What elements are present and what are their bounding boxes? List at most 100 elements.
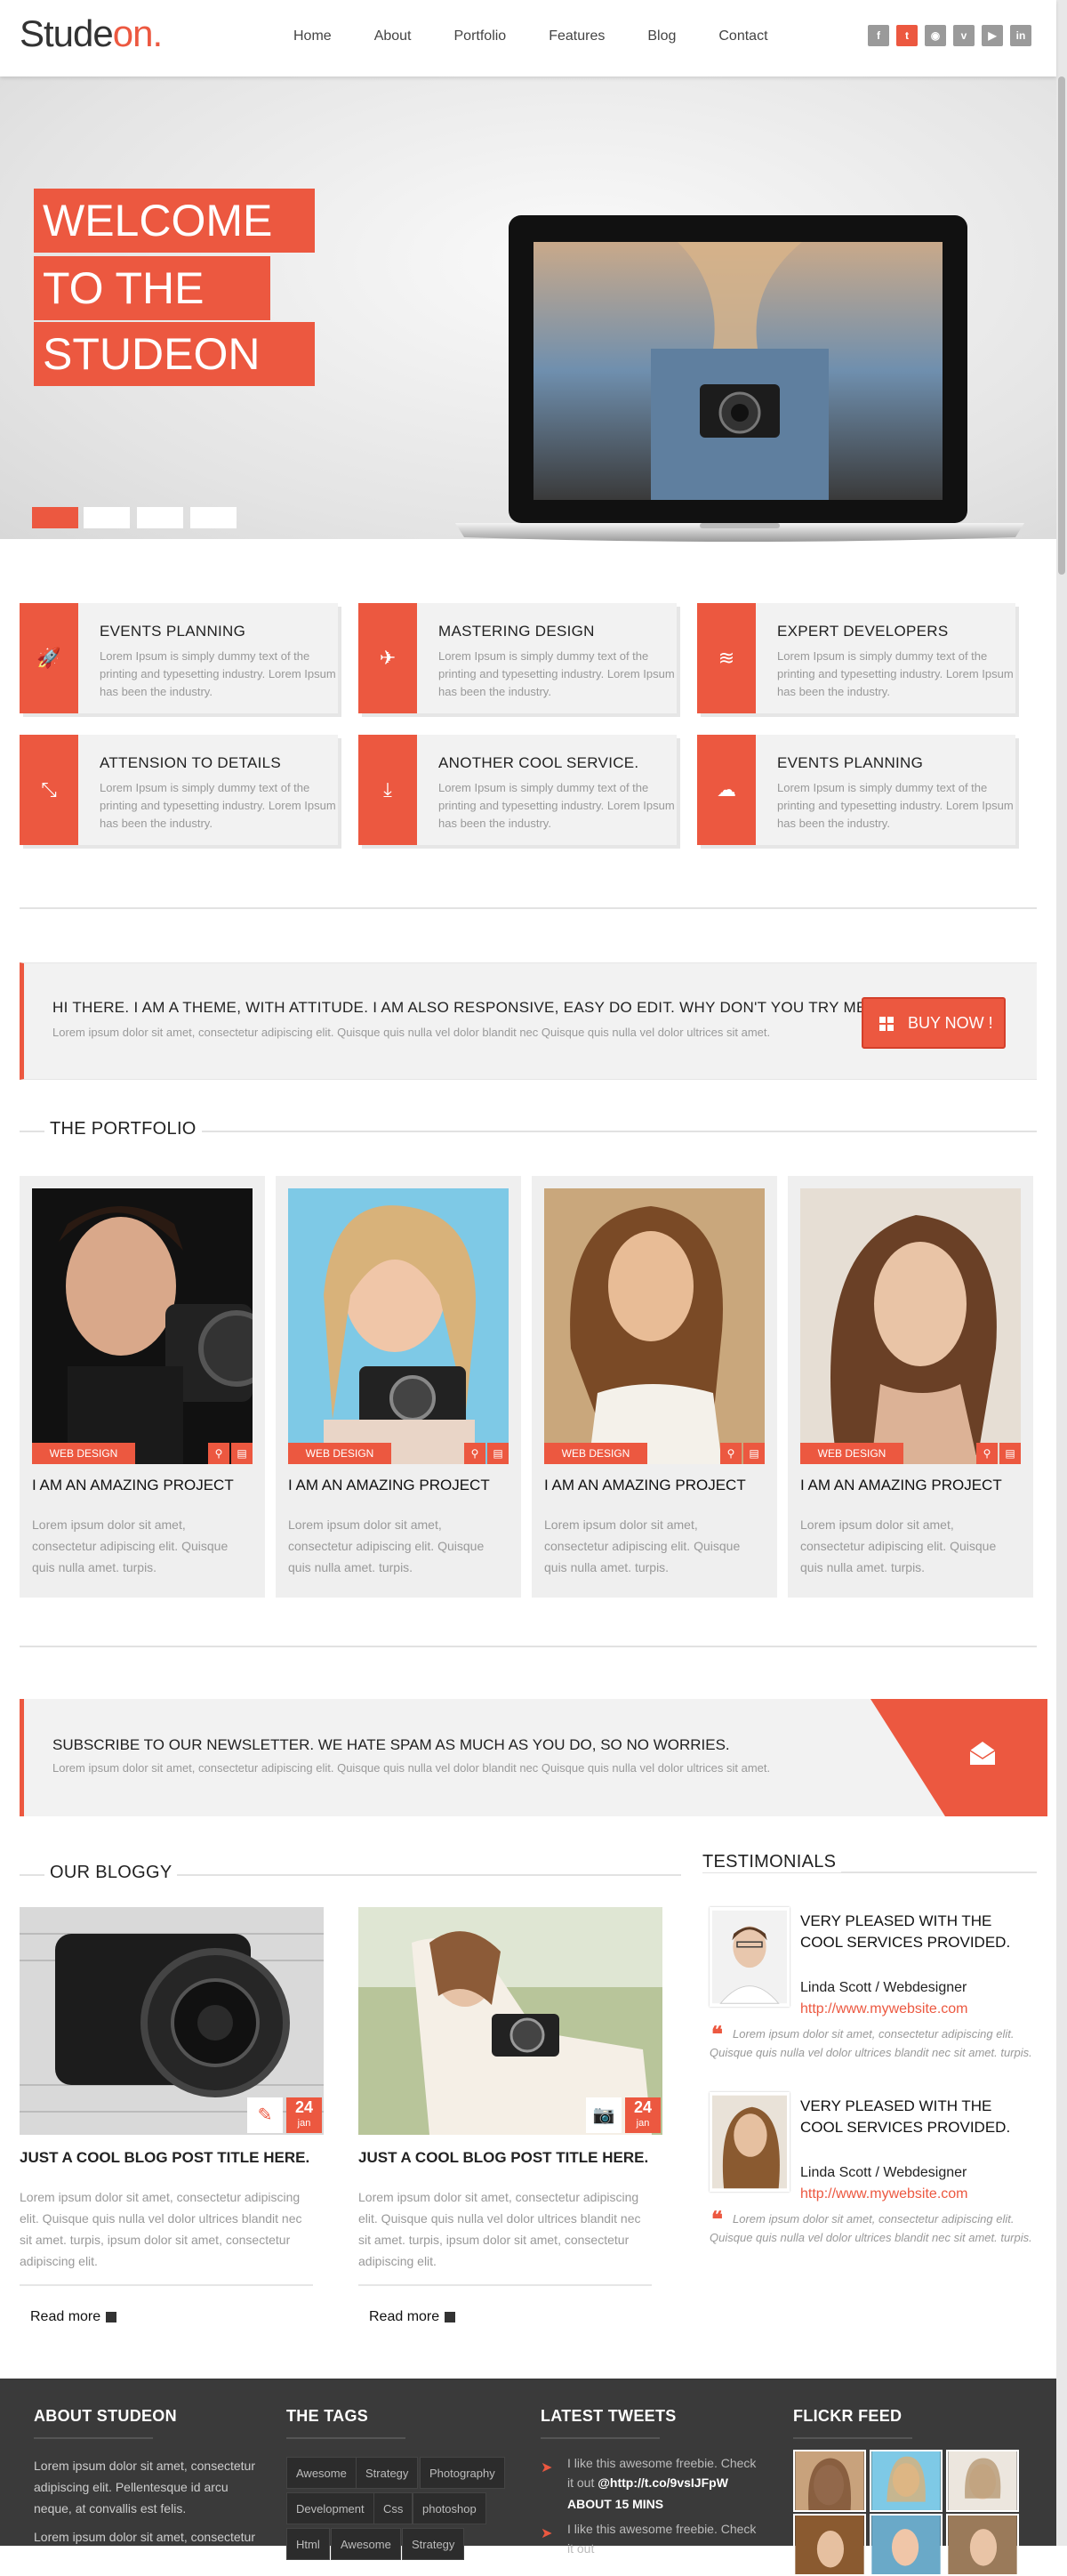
service-card: ✈ MASTERING DESIGN Lorem Ipsum is simply… [358,603,677,713]
testimonial-url[interactable]: http://www.mywebsite.com [800,2001,968,2017]
service-card: ⤡ ATTENSION TO DETAILS Lorem Ipsum is si… [20,735,338,845]
service-card: ☁ EVENTS PLANNING Lorem Ipsum is simply … [697,735,1015,845]
testimonial-quote: Lorem ipsum dolor sit amet, consectetur … [710,2027,1032,2059]
buy-now-label: BUY NOW ! [908,1014,993,1032]
portfolio-item[interactable]: WEB DESIGN ⚲ ▤ I AM AN AMAZING PROJECT L… [532,1176,777,1598]
flickr-photo[interactable] [946,2514,1019,2576]
tag-button[interactable]: Development [286,2492,374,2524]
nav-contact[interactable]: Contact [718,28,767,44]
service-text: Lorem Ipsum is simply dummy text of the … [777,781,1014,830]
post-title[interactable]: JUST A COOL BLOG POST TITLE HERE. [20,2149,309,2167]
service-text: Lorem Ipsum is simply dummy text of the … [438,649,675,698]
testimonial: VERY PLEASED WITH THE COOL SERVICES PROV… [710,1907,1040,2085]
footer-tweets-heading: LATEST TWEETS [541,2407,677,2425]
tag-button[interactable]: Css [373,2492,413,2524]
link-icon[interactable]: ⚲ [976,1443,998,1464]
newsletter-subscribe[interactable] [870,1699,1047,1816]
arrow-icon [106,2311,117,2322]
flickr-photo[interactable] [870,2450,943,2512]
project-text: Lorem ipsum dolor sit amet, consectetur … [800,1517,997,1574]
tag-button[interactable]: Awesome [331,2528,401,2560]
link-icon[interactable]: ⚲ [720,1443,742,1464]
newsletter-text: Lorem ipsum dolor sit amet, consectetur … [52,1761,771,1775]
read-more-link[interactable]: Read more [30,2309,117,2325]
tag-button[interactable]: Html [286,2528,330,2560]
logo[interactable]: Studeon. [20,12,163,55]
category-tag[interactable]: WEB DESIGN [544,1443,647,1464]
service-card: ⤓ ANOTHER COOL SERVICE. Lorem Ipsum is s… [358,735,677,845]
service-title: ANOTHER COOL SERVICE. [438,754,639,771]
divider [20,1646,1037,1647]
tweet: I like this awesome freebie. Check it ou… [567,2519,763,2558]
portfolio-item[interactable]: WEB DESIGN ⚲ ▤ I AM AN AMAZING PROJECT L… [276,1176,521,1598]
nav-about[interactable]: About [374,28,412,44]
testimonial-url[interactable]: http://www.mywebsite.com [800,2186,968,2202]
project-title[interactable]: I AM AN AMAZING PROJECT [32,1477,234,1494]
service-title: ATTENSION TO DETAILS [100,754,282,771]
project-title[interactable]: I AM AN AMAZING PROJECT [288,1477,490,1494]
buy-now-button[interactable]: BUY NOW ! [862,997,1006,1049]
flickr-photo[interactable] [793,2450,866,2512]
twitter-icon[interactable]: t [896,25,918,46]
nav-features[interactable]: Features [549,28,605,44]
scrollbar-thumb[interactable] [1058,76,1065,575]
portfolio-item[interactable]: WEB DESIGN ⚲ ▤ I AM AN AMAZING PROJECT L… [788,1176,1033,1598]
slider-dot-3[interactable] [137,507,183,528]
tag-button[interactable]: Strategy [356,2457,419,2489]
hero-line-2: TO THE [34,256,270,320]
social-links: f t ◉ v ▶ in [868,25,1031,46]
page-scrollbar[interactable] [1056,0,1067,2546]
post-date: 24 jan [286,2097,322,2133]
linkedin-icon[interactable]: in [1010,25,1031,46]
link-icon[interactable]: ⚲ [464,1443,485,1464]
slider-dot-2[interactable] [84,507,130,528]
flickr-photo[interactable] [946,2450,1019,2512]
project-title[interactable]: I AM AN AMAZING PROJECT [544,1477,746,1494]
testimonial-avatar [710,2092,790,2192]
testimonial-avatar [710,1907,790,2007]
post-day: 24 [633,2098,653,2116]
flickr-photo[interactable] [870,2514,943,2576]
chart-icon[interactable]: ▤ [231,1443,253,1464]
rss-icon[interactable]: ◉ [925,25,946,46]
project-title[interactable]: I AM AN AMAZING PROJECT [800,1477,1002,1494]
youtube-icon[interactable]: ▶ [982,25,1003,46]
vimeo-icon[interactable]: v [953,25,975,46]
nav-blog[interactable]: Blog [647,28,676,44]
tag-button[interactable]: photoshop [413,2492,486,2524]
read-more-link[interactable]: Read more [369,2309,456,2325]
project-text: Lorem ipsum dolor sit amet, consectetur … [288,1517,485,1574]
tweet-link[interactable]: @http://t.co/9vsIJFpW [598,2475,728,2490]
category-tag[interactable]: WEB DESIGN [32,1443,135,1464]
heading-underline [541,2437,660,2439]
newsletter-title: SUBSCRIBE TO OUR NEWSLETTER. WE HATE SPA… [52,1736,730,1753]
project-text: Lorem ipsum dolor sit amet, consectetur … [544,1517,741,1574]
portfolio-item[interactable]: WEB DESIGN ⚲ ▤ I AM AN AMAZING PROJECT L… [20,1176,265,1598]
chart-icon[interactable]: ▤ [487,1443,509,1464]
tag-button[interactable]: Photography [420,2457,505,2489]
slider-dot-1[interactable] [32,507,78,528]
category-tag[interactable]: WEB DESIGN [288,1443,391,1464]
post-title[interactable]: JUST A COOL BLOG POST TITLE HERE. [358,2149,648,2167]
site-footer: ABOUT STUDEON Lorem ipsum dolor sit amet… [0,2379,1056,2576]
facebook-icon[interactable]: f [868,25,889,46]
testimonial-title: VERY PLEASED WITH THE COOL SERVICES PROV… [800,1912,1011,1951]
newsletter-box: SUBSCRIBE TO OUR NEWSLETTER. WE HATE SPA… [20,1699,1047,1816]
testimonials-heading: TESTIMONIALS [697,1852,842,1872]
flickr-photo[interactable] [793,2514,866,2576]
tag-button[interactable]: Strategy [402,2528,465,2560]
chart-icon[interactable]: ▤ [743,1443,765,1464]
portfolio-image [800,1188,1021,1464]
post-excerpt: Lorem ipsum dolor sit amet, consectetur … [358,2190,641,2268]
slider-dot-4[interactable] [190,507,237,528]
footer-about-text-2: Lorem ipsum dolor sit amet, consectetur [34,2530,255,2544]
nav-portfolio[interactable]: Portfolio [454,28,507,44]
tag-button[interactable]: Awesome [286,2457,357,2489]
read-more-label: Read more [30,2309,101,2324]
service-title: EVENTS PLANNING [100,623,246,640]
service-text: Lorem Ipsum is simply dummy text of the … [100,649,336,698]
chart-icon[interactable]: ▤ [999,1443,1021,1464]
category-tag[interactable]: WEB DESIGN [800,1443,903,1464]
link-icon[interactable]: ⚲ [208,1443,229,1464]
nav-home[interactable]: Home [293,28,332,44]
